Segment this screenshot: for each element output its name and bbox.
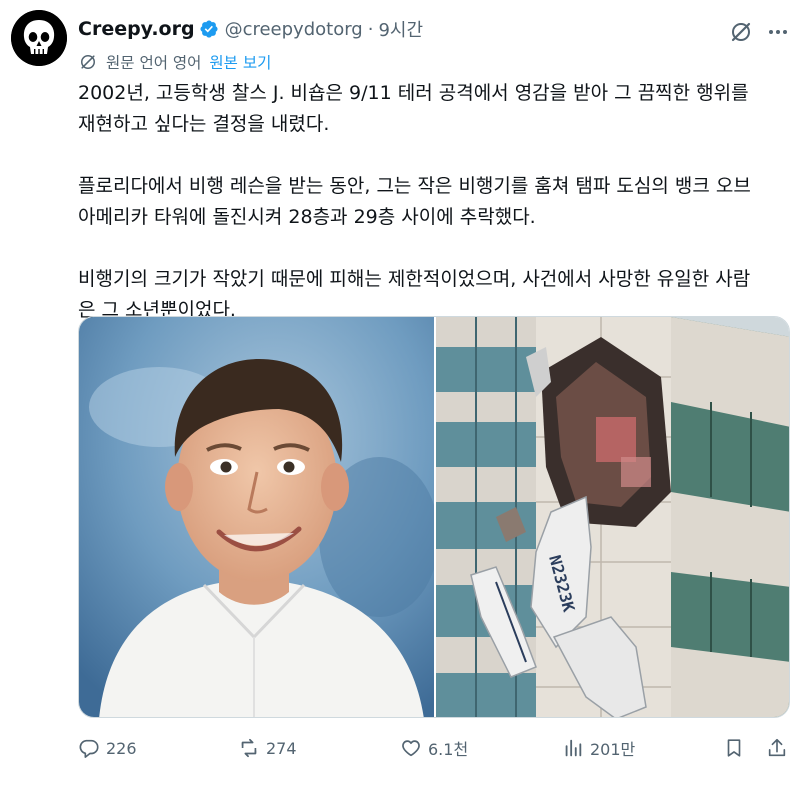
plane-crash-building-image: N2323K [436, 317, 789, 717]
translate-icon [81, 55, 95, 69]
teen-portrait-image [79, 317, 434, 717]
skull-icon [11, 10, 67, 66]
tweet-text: 2002년, 고등학생 찰스 J. 비숍은 9/11 테러 공격에서 영감을 받… [78, 78, 788, 326]
avatar[interactable] [11, 10, 67, 66]
repost-icon [241, 738, 257, 758]
more-button[interactable] [764, 18, 792, 46]
like-count: 6.1천 [428, 740, 469, 759]
portrait-photo[interactable] [79, 317, 434, 717]
tweet-line: 아메리카 타워에 돌진시켜 28층과 29층 사이에 추락했다. [78, 206, 536, 228]
translation-label: 원문 언어 영어 [106, 54, 202, 72]
tweet-media: N2323K [78, 316, 790, 718]
views-button[interactable]: 201만 [562, 732, 635, 764]
reply-count: 226 [106, 738, 137, 758]
repost-button[interactable]: 274 [238, 732, 297, 764]
bookmark-icon [727, 739, 741, 757]
verified-badge-icon[interactable] [199, 19, 219, 39]
views-icon [565, 739, 582, 757]
bookmark-button[interactable] [723, 732, 751, 764]
heart-icon [402, 740, 420, 757]
author-name[interactable]: Creepy.org [78, 18, 195, 40]
tweet-actions: 226 274 6.1천 201만 [78, 732, 790, 764]
crash-photo[interactable]: N2323K [436, 317, 789, 717]
grok-button[interactable] [727, 18, 755, 46]
views-count: 201만 [590, 740, 636, 759]
reply-icon [79, 739, 99, 758]
share-button[interactable] [766, 732, 794, 764]
grok-icon [731, 22, 751, 42]
tweet-line: 2002년, 고등학생 찰스 J. 비숍은 9/11 테러 공격에서 영감을 받… [78, 82, 749, 104]
tweet-line: 재현하고 싶다는 결정을 내렸다. [78, 113, 330, 135]
share-icon [768, 738, 786, 757]
show-original-link[interactable]: 원본 보기 [209, 51, 271, 73]
repost-count: 274 [266, 738, 297, 758]
more-icon [769, 30, 787, 34]
tweet-line: 비행기의 크기가 작았기 때문에 피해는 제한적이었으며, 사건에서 사망한 유… [78, 268, 751, 290]
tweet-header: Creepy.org @creepydotorg · 9시간 [78, 14, 423, 44]
separator-dot: · [367, 18, 374, 40]
reply-button[interactable]: 226 [78, 732, 137, 764]
translation-row: 원문 언어 영어 원본 보기 [78, 51, 271, 73]
author-handle[interactable]: @creepydotorg [225, 19, 363, 40]
like-button[interactable]: 6.1천 [400, 732, 468, 764]
tweet-time[interactable]: 9시간 [378, 16, 423, 42]
tweet-line: 플로리다에서 비행 레슨을 받는 동안, 그는 작은 비행기를 훔쳐 탬파 도심… [78, 175, 751, 197]
